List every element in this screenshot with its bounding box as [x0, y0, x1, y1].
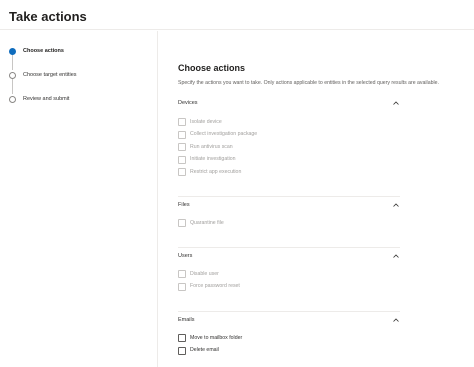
- group-title: Emails: [178, 317, 195, 323]
- group-title: Files: [178, 202, 190, 208]
- section-title: Choose actions: [178, 63, 246, 73]
- checkbox: [178, 118, 186, 127]
- page-title: Take actions: [9, 9, 87, 24]
- step-review-and-submit[interactable]: Review and submit: [9, 93, 69, 105]
- emails-group-header[interactable]: Emails: [178, 315, 400, 325]
- checkbox-label: Initiate investigation: [190, 156, 236, 163]
- users-group: Users Disable user Force password reset: [178, 251, 400, 293]
- step-choose-actions[interactable]: Choose actions: [9, 45, 64, 57]
- files-group-header[interactable]: Files: [178, 200, 400, 210]
- checkbox[interactable]: [178, 346, 186, 355]
- checkbox-label: Disable user: [190, 270, 219, 277]
- chevron-up-icon[interactable]: [392, 316, 400, 324]
- step-active-circle-icon: [9, 47, 16, 55]
- action-isolate-device: Isolate device: [178, 116, 400, 129]
- step-circle-icon: [9, 95, 16, 103]
- checkbox: [178, 282, 186, 291]
- step-label: Review and submit: [23, 96, 70, 102]
- emails-group: Emails Move to mailbox folder Delete ema…: [178, 315, 400, 357]
- step-label: Choose actions: [23, 48, 64, 54]
- chevron-up-icon[interactable]: [392, 201, 400, 209]
- action-restrict-app-execution: Restrict app execution: [178, 166, 400, 179]
- checkbox-label: Collect investigation package: [190, 131, 258, 138]
- checkbox-label: Isolate device: [190, 118, 222, 125]
- action-delete-email[interactable]: Delete email: [178, 345, 400, 358]
- action-initiate-investigation: Initiate investigation: [178, 154, 400, 167]
- devices-group: Devices Isolate device Collect investiga…: [178, 98, 400, 179]
- group-title: Devices: [178, 100, 198, 106]
- checkbox: [178, 168, 186, 177]
- action-run-antivirus-scan: Run antivirus scan: [178, 141, 400, 154]
- devices-group-header[interactable]: Devices: [178, 98, 400, 108]
- step-choose-target-entities[interactable]: Choose target entities: [9, 69, 77, 81]
- wizard-stepper: Choose actions Choose target entities Re…: [0, 31, 158, 367]
- chevron-up-icon[interactable]: [392, 99, 400, 107]
- step-label: Choose target entities: [23, 72, 77, 78]
- action-move-to-mailbox-folder[interactable]: Move to mailbox folder: [178, 332, 400, 345]
- chevron-up-icon[interactable]: [392, 252, 400, 260]
- divider: [178, 311, 400, 312]
- action-collect-investigation-package: Collect investigation package: [178, 129, 400, 142]
- checkbox: [178, 219, 186, 228]
- main-content: Choose actions Specify the actions you w…: [178, 62, 439, 87]
- group-title: Users: [178, 253, 193, 259]
- action-force-password-reset: Force password reset: [178, 281, 400, 294]
- action-quarantine-file: Quarantine file: [178, 217, 400, 230]
- step-circle-icon: [9, 71, 16, 79]
- checkbox[interactable]: [178, 334, 186, 343]
- checkbox-label: Delete email: [190, 347, 219, 354]
- checkbox: [178, 143, 186, 152]
- checkbox: [178, 270, 186, 279]
- checkbox-label: Restrict app execution: [190, 168, 242, 175]
- checkbox-label: Quarantine file: [190, 219, 224, 226]
- checkbox-label: Move to mailbox folder: [190, 334, 243, 341]
- checkbox: [178, 155, 186, 164]
- checkbox-label: Run antivirus scan: [190, 143, 233, 150]
- action-disable-user: Disable user: [178, 268, 400, 281]
- users-group-header[interactable]: Users: [178, 251, 400, 261]
- divider: [178, 196, 400, 197]
- divider: [178, 247, 400, 248]
- checkbox: [178, 130, 186, 139]
- panel-header: Take actions: [0, 0, 474, 30]
- checkbox-label: Force password reset: [190, 283, 240, 290]
- files-group: Files Quarantine file: [178, 200, 400, 230]
- section-description: Specify the actions you want to take. On…: [178, 80, 439, 86]
